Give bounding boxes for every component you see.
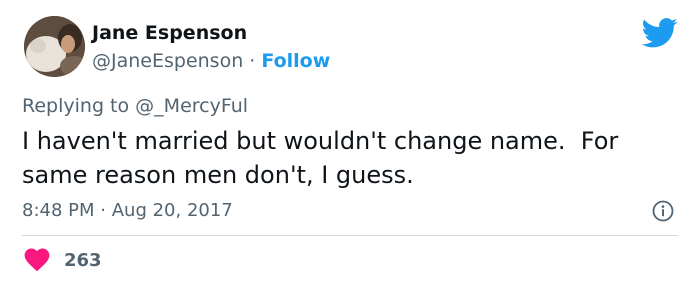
author-handle[interactable]: @JaneEspenson (92, 50, 243, 72)
like-button[interactable]: 263 (24, 248, 102, 272)
tweet-date: Aug 20, 2017 (111, 200, 233, 221)
tweet-text: I haven't married but wouldn't change na… (22, 127, 626, 189)
tweet-timestamp[interactable]: 8:48 PM · Aug 20, 2017 (22, 200, 233, 221)
like-count: 263 (64, 249, 102, 271)
reply-mention-link[interactable]: @_MercyFul (135, 95, 248, 117)
follow-button[interactable]: Follow (261, 50, 330, 72)
twitter-bird-icon[interactable] (642, 18, 678, 48)
timestamp-separator: · (100, 200, 106, 221)
tweet-time: 8:48 PM (22, 200, 95, 221)
tweet-card: Jane Espenson @JaneEspenson · Follow Rep… (0, 0, 700, 288)
divider (22, 235, 678, 236)
info-icon[interactable] (652, 200, 674, 222)
heart-icon (24, 248, 50, 272)
handle-separator: · (249, 50, 256, 72)
author-handle-line: @JaneEspenson · Follow (92, 50, 330, 72)
avatar-image (24, 16, 85, 77)
avatar[interactable] (24, 16, 85, 77)
author-name[interactable]: Jane Espenson (92, 22, 247, 44)
replying-to-label: Replying to (22, 95, 130, 117)
replying-to: Replying to @_MercyFul (22, 95, 248, 117)
